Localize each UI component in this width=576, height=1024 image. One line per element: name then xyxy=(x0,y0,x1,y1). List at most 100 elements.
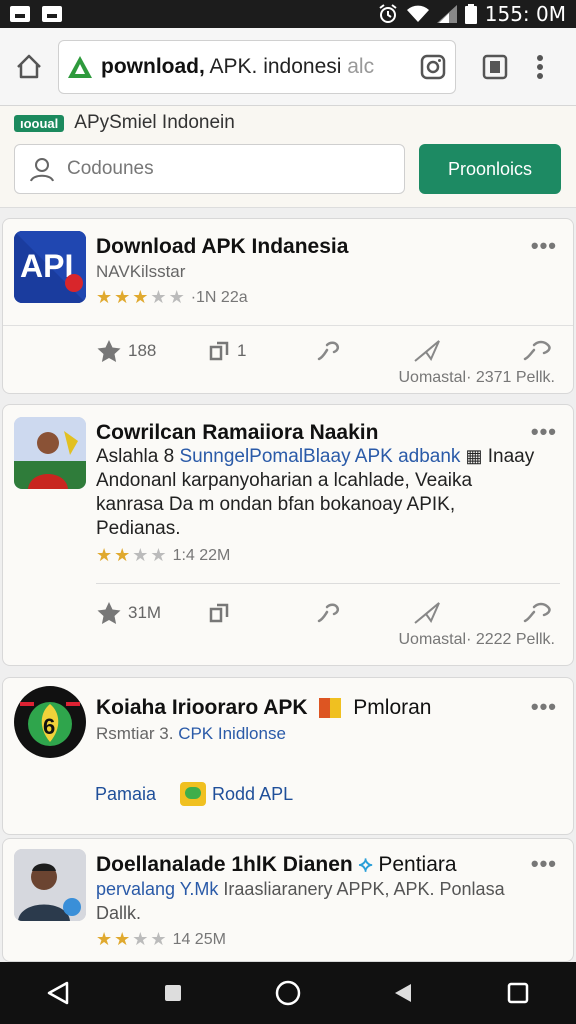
forward-icon xyxy=(523,340,551,361)
send-button[interactable] xyxy=(413,601,441,625)
signal-icon xyxy=(436,5,457,23)
site-logo-icon xyxy=(68,55,92,78)
browser-toolbar: pownload, APK. indonesi alc xyxy=(0,28,576,106)
app-card[interactable]: Doellanalade 1hlK Dianen ⟡ Pentiara ••• … xyxy=(2,838,574,962)
more-options-icon[interactable]: ••• xyxy=(531,694,557,720)
star-icon: ★ xyxy=(96,287,113,307)
share-count: 1 xyxy=(237,341,247,360)
star-empty-icon: ★ xyxy=(150,929,167,949)
app-rating: ★ ★ ★ ★ 14 25M xyxy=(96,929,226,950)
rating-count: 1:4 22M xyxy=(172,546,231,564)
star-icon: ★ xyxy=(114,545,131,565)
divider xyxy=(96,583,560,584)
divider xyxy=(3,325,573,326)
square-icon xyxy=(164,985,181,1001)
link-button[interactable] xyxy=(315,601,343,625)
app-title[interactable]: Doellanalade 1hlK Dianen ⟡ Pentiara xyxy=(96,853,457,877)
star-icon: ★ xyxy=(114,287,131,307)
app-icon-portrait xyxy=(14,849,86,921)
tabs-button[interactable] xyxy=(470,42,520,92)
app-card[interactable]: API Download APK Indanesia ••• NAVKilsst… xyxy=(2,218,574,394)
link-icon xyxy=(317,341,340,361)
overflow-menu-button[interactable] xyxy=(520,42,560,92)
card-footer-text: Uomastal· 2371 Pellk. xyxy=(398,369,555,386)
app-developer: NAVKilsstar xyxy=(96,262,186,281)
back-triangle-icon xyxy=(47,981,68,1005)
app-title[interactable]: Cowrilcan Ramaiiora Naakin xyxy=(96,421,378,445)
url-text: pownload, APK. indonesi alc xyxy=(101,54,375,78)
app-description: pervalang Y.Mk Iraasliaranery APPK, APK.… xyxy=(96,879,505,923)
star-icon: ★ xyxy=(132,287,149,307)
flag-icon xyxy=(319,698,342,719)
like-count: 31M xyxy=(128,603,162,622)
like-button[interactable]: 188 xyxy=(96,339,156,363)
category-link[interactable]: Pamaia Rodd APL xyxy=(95,782,293,806)
vertical-dots-icon xyxy=(537,54,543,79)
rating-count: 14 25M xyxy=(172,930,226,948)
like-count: 188 xyxy=(128,341,157,360)
app-subtitle: Rsmtiar 3. CPK Inidlonse xyxy=(96,724,286,743)
app-title[interactable]: Download APK Indanesia xyxy=(96,235,348,259)
like-button[interactable]: 31M xyxy=(96,601,161,625)
app-icon-person xyxy=(14,417,86,489)
app-rating: ★ ★ ★ ★ 1:4 22M xyxy=(96,545,230,566)
star-empty-icon: ★ xyxy=(132,929,149,949)
app-card[interactable]: 6 Koiaha Iriooraro APK Pmloran ••• Rsmti… xyxy=(2,677,574,835)
forward-button[interactable] xyxy=(523,339,553,363)
home-circle-icon xyxy=(275,980,301,1006)
recents-button[interactable] xyxy=(488,968,548,1018)
forward-button[interactable] xyxy=(523,601,553,625)
battery-icon xyxy=(464,4,477,24)
back-alt-button[interactable] xyxy=(373,968,433,1018)
address-bar[interactable]: pownload, APK. indonesi alc xyxy=(58,39,456,94)
home-button[interactable] xyxy=(0,38,58,96)
star-empty-icon: ★ xyxy=(132,545,149,565)
app-description: Aslahla 8 SunngelPomalBlaay APK adbank ▦… xyxy=(96,446,535,539)
star-action-icon xyxy=(97,602,121,624)
star-action-icon xyxy=(97,340,121,362)
send-icon xyxy=(414,340,440,362)
repost-icon xyxy=(209,341,229,361)
share-button[interactable] xyxy=(207,601,231,625)
camera-icon[interactable] xyxy=(419,53,447,81)
send-button[interactable] xyxy=(413,339,441,363)
search-box[interactable] xyxy=(14,144,405,194)
more-options-icon[interactable]: ••• xyxy=(531,233,557,259)
tabs-icon xyxy=(482,54,508,79)
brand-name: APySmiel Indonein xyxy=(74,112,235,133)
app-title[interactable]: Koiaha Iriooraro APK Pmloran xyxy=(96,696,431,720)
app-card[interactable]: Cowrilcan Ramaiiora Naakin ••• Aslahla 8… xyxy=(2,404,574,666)
system-navigation-bar xyxy=(0,962,576,1024)
search-header: ıooual APySmiel Indonein Proonloics xyxy=(0,106,576,208)
svg-text:API: API xyxy=(20,248,73,284)
brand-badge: ıooual xyxy=(14,114,65,132)
app-icon-apk: API xyxy=(14,231,86,303)
recents-square-button[interactable] xyxy=(143,968,203,1018)
message-notification-icon xyxy=(42,6,62,22)
star-icon: ★ xyxy=(114,929,131,949)
promo-button[interactable]: Proonloics xyxy=(419,144,561,194)
home-icon xyxy=(17,54,41,78)
more-options-icon[interactable]: ••• xyxy=(531,419,557,445)
app-rating: ★ ★ ★ ★ ★ ·1N 22a xyxy=(96,287,248,308)
clock: 155: 0M xyxy=(484,2,566,26)
back-button[interactable] xyxy=(28,968,88,1018)
filled-triangle-icon xyxy=(395,984,412,1002)
more-options-icon[interactable]: ••• xyxy=(531,851,557,877)
recents-icon xyxy=(508,982,529,1004)
share-button[interactable]: 1 xyxy=(207,339,246,363)
link-button[interactable] xyxy=(315,339,343,363)
search-input[interactable] xyxy=(67,158,367,180)
star-empty-icon: ★ xyxy=(150,545,167,565)
star-icon: ★ xyxy=(96,929,113,949)
link-icon xyxy=(317,603,340,623)
star-empty-icon: ★ xyxy=(168,287,185,307)
forward-icon xyxy=(523,602,551,623)
chat-icon xyxy=(180,782,207,806)
home-nav-button[interactable] xyxy=(258,968,318,1018)
wifi-icon xyxy=(406,5,429,22)
user-icon xyxy=(30,158,54,182)
wave-icon: ⟡ xyxy=(358,853,373,876)
star-icon: ★ xyxy=(96,545,113,565)
star-empty-icon: ★ xyxy=(150,287,167,307)
